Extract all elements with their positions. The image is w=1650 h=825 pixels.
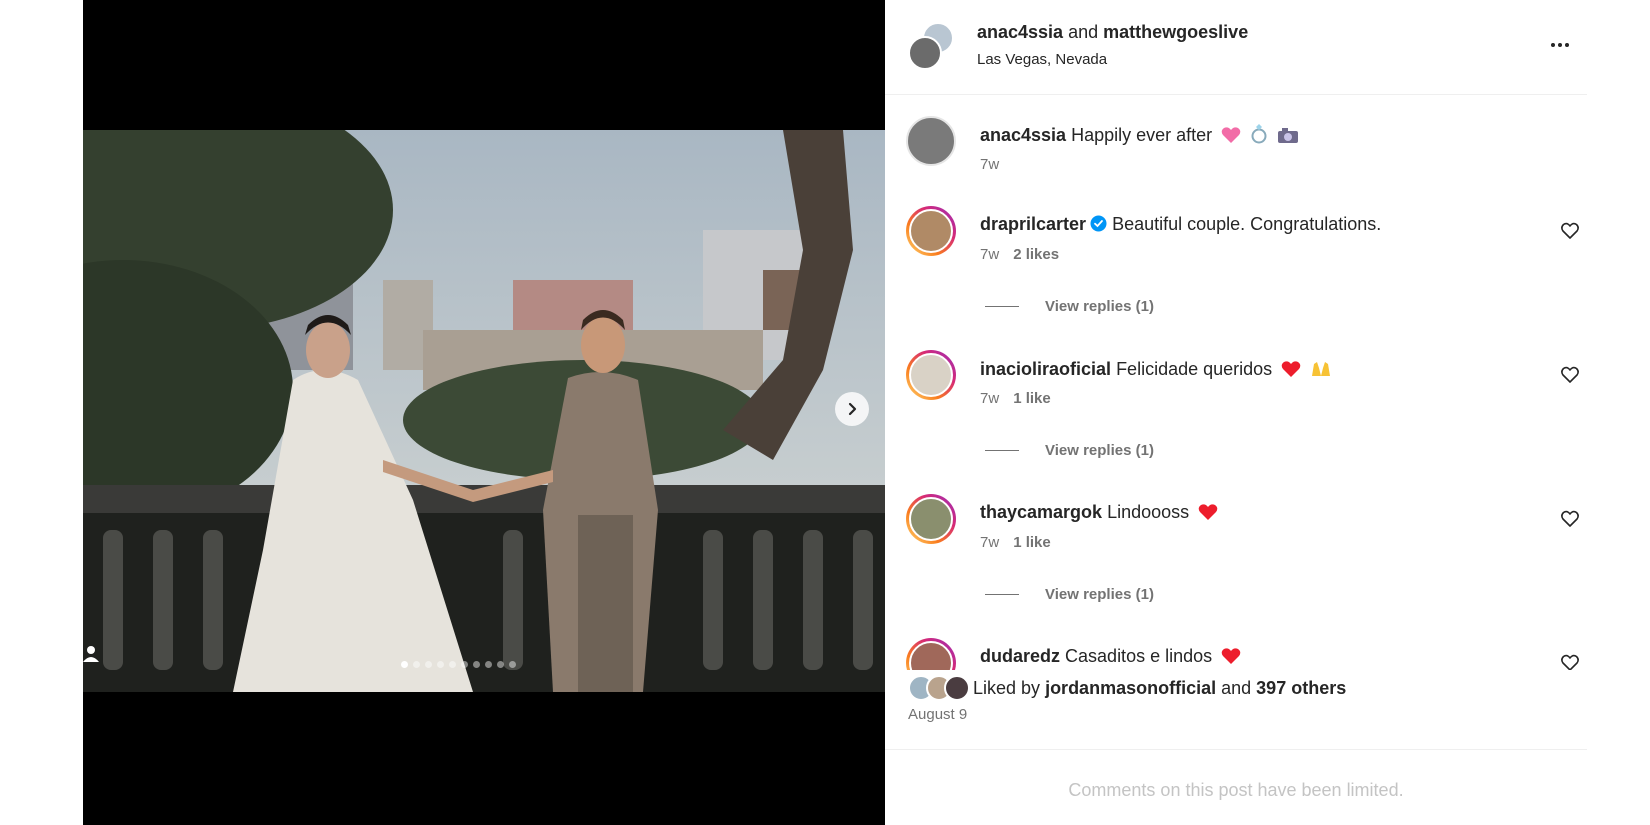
comment-likes[interactable]: 2 likes [1013,246,1059,263]
more-dot [1565,43,1569,47]
comments-list[interactable]: anac4ssia Happily ever after 7w draprilc… [885,96,1587,670]
liked-by-text: Liked by jordanmasonofficial and 397 oth… [973,678,1346,699]
post-details-panel: anac4ssia and matthewgoeslive Las Vegas,… [885,0,1587,825]
comment-time[interactable]: 7w [980,246,999,263]
comment-time[interactable]: 7w [980,156,999,173]
comment-time[interactable]: 7w [980,534,999,551]
carousel-dot [461,661,468,668]
raising-hands-icon [1310,358,1332,383]
carousel-indicator [401,661,516,668]
view-replies-label: View replies (1) [1045,298,1154,315]
comment-body: Felicidade queridos [1116,359,1273,379]
verified-badge-icon [1090,215,1107,232]
replies-line [985,306,1019,307]
avatar[interactable] [906,116,956,166]
carousel-dot [425,661,432,668]
post-date[interactable]: August 9 [908,706,967,723]
red-heart-icon [1198,503,1218,526]
avatar [944,675,970,701]
comment-body: Casaditos e lindos [1065,646,1213,666]
post-media [83,0,885,825]
likes-count[interactable]: 397 others [1256,678,1346,698]
avatar[interactable] [906,494,956,544]
avatar[interactable] [906,350,956,400]
view-replies-label: View replies (1) [1045,442,1154,459]
comment-username[interactable]: anac4ssia [980,125,1066,145]
post-header: anac4ssia and matthewgoeslive Las Vegas,… [885,0,1587,95]
user-tag-icon[interactable] [83,644,103,664]
carousel-dot [413,661,420,668]
authors-joiner: and [1068,22,1099,42]
comment-meta: 7w [980,156,999,173]
divider [885,749,1587,750]
chevron-right-icon [848,402,857,416]
comment-likes[interactable]: 1 like [1013,390,1051,407]
post-location[interactable]: Las Vegas, Nevada [977,51,1107,68]
comment-text: dudaredz Casaditos e lindos [980,646,1241,670]
comment-body: Beautiful couple. Congratulations. [1112,214,1382,234]
carousel-dot [509,661,516,668]
comment-username[interactable]: inaciolirаoficial [980,359,1111,379]
more-dot [1551,43,1555,47]
view-replies-label: View replies (1) [1045,586,1154,603]
comment-meta: 7w 1 like [980,534,1051,551]
avatar [908,36,942,70]
like-comment-icon[interactable] [1561,366,1579,384]
more-options-button[interactable] [1545,35,1575,55]
liked-by-row: Liked by jordanmasonofficial and 397 oth… [908,673,1346,703]
like-comment-icon[interactable] [1561,222,1579,240]
carousel-dot [437,661,444,668]
like-comment-icon[interactable] [1561,510,1579,528]
liked-by-joiner: and [1221,677,1252,698]
comment-username[interactable]: thaycamargok [980,502,1102,522]
pink-heart-icon [1221,126,1241,149]
liker-avatars[interactable] [908,673,970,703]
view-replies-button[interactable]: View replies (1) [985,586,1154,603]
caption-text: anac4ssia Happily ever after [980,124,1299,149]
red-heart-icon [1221,647,1241,670]
comment-body: Lindoooss [1107,502,1190,522]
carousel-next-button[interactable] [835,392,869,426]
carousel-dot [401,661,408,668]
view-replies-button[interactable]: View replies (1) [985,298,1154,315]
comment-username[interactable]: draprilcarter [980,214,1086,234]
replies-line [985,450,1019,451]
wedding-photo[interactable] [83,130,885,692]
view-replies-button[interactable]: View replies (1) [985,442,1154,459]
more-dot [1558,43,1562,47]
author-username[interactable]: matthewgoeslive [1103,22,1248,42]
comment-text: inaciolirаoficial Felicidade queridos [980,358,1332,383]
ring-icon [1250,124,1268,149]
post-authors: anac4ssia and matthewgoeslive [977,22,1248,43]
comment-likes[interactable]: 1 like [1013,534,1051,551]
avatar[interactable] [906,206,956,256]
liked-by-prefix: Liked by [973,677,1041,698]
comment-text: thaycamargok Lindoooss [980,502,1218,526]
like-comment-icon[interactable] [1561,654,1579,670]
comment-meta: 7w 1 like [980,390,1051,407]
author-username[interactable]: anac4ssia [977,22,1063,42]
comment-body: Happily ever after [1071,125,1213,145]
comment-meta: 7w 2 likes [980,246,1059,263]
carousel-dot [485,661,492,668]
avatar[interactable] [906,638,956,670]
red-heart-icon [1281,360,1301,383]
liker-username[interactable]: jordanmasonofficial [1045,678,1216,698]
carousel-dot [449,661,456,668]
replies-line [985,594,1019,595]
comment-username[interactable]: dudaredz [980,646,1060,666]
comment-text: draprilcarter Beautiful couple. Congratu… [980,214,1381,235]
carousel-dot [497,661,504,668]
carousel-dot [473,661,480,668]
camera-icon [1277,126,1299,149]
collab-avatars[interactable] [908,22,958,72]
comments-limited-notice: Comments on this post have been limited. [1068,780,1404,800]
comment-time[interactable]: 7w [980,390,999,407]
